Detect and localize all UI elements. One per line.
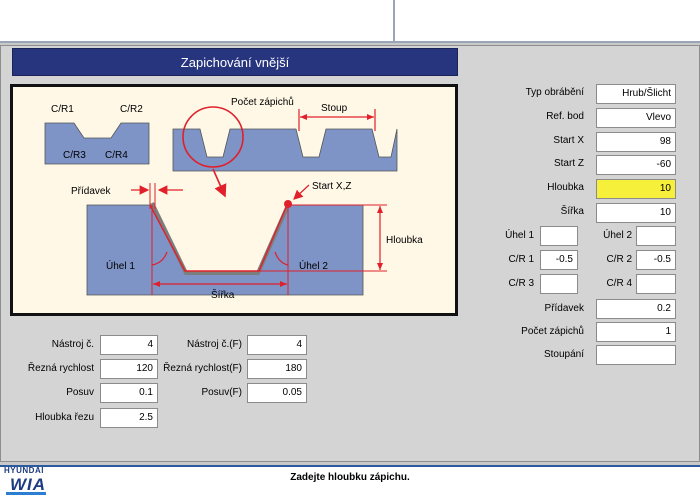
width-param-label: Šířka	[560, 206, 584, 217]
tool-number-field[interactable]: 4	[100, 335, 158, 355]
width-field[interactable]: 10	[596, 203, 676, 223]
pitch-field[interactable]	[596, 345, 676, 365]
feed-field[interactable]: 0.1	[100, 383, 158, 403]
uhel2-field[interactable]	[636, 226, 676, 246]
angle1-label: Úhel 1	[106, 259, 135, 272]
cut-depth-field[interactable]: 2.5	[100, 408, 158, 428]
groove-count-param-label: Počet zápichů	[521, 326, 584, 337]
cr2-label: C/R2	[120, 104, 143, 115]
cr2-field[interactable]: -0.5	[636, 250, 676, 270]
cr4-label: C/R4	[105, 150, 128, 161]
feed-f-label: Posuv(F)	[201, 387, 242, 398]
machining-type-field[interactable]: Hrub/Šlicht	[596, 84, 676, 104]
screen-title: Zapichování vnější	[12, 48, 458, 76]
uhel1-param-label: Úhel 1	[505, 230, 534, 241]
groove-count-arrow	[212, 168, 227, 198]
feed-f-field[interactable]: 0.05	[247, 383, 307, 403]
width-label: Šířka	[211, 288, 235, 301]
depth-label: Hloubka	[386, 235, 423, 246]
groove-diagram-svg: C/R1 C/R2 C/R3 C/R4 Počet zápichů Stoup …	[44, 96, 423, 301]
cr3-field[interactable]	[540, 274, 578, 294]
cr3-param-label: C/R 3	[508, 278, 534, 289]
depth-param-label: Hloubka	[547, 182, 584, 193]
pitch-label: Stoup	[321, 103, 348, 114]
groove-count-field[interactable]: 1	[596, 322, 676, 342]
brand-logo-underline	[6, 492, 46, 495]
cutting-speed-f-label: Řezná rychlost(F)	[163, 363, 242, 374]
start-xz-label: Start X,Z	[312, 181, 351, 192]
cr1-param-label: C/R 1	[508, 254, 534, 265]
groove-detail-part-shape	[86, 204, 364, 296]
start-point-arrow	[293, 184, 310, 200]
corner-radius-sample-shape	[44, 122, 150, 165]
feed-label: Posuv	[66, 387, 94, 398]
cr1-field[interactable]: -0.5	[540, 250, 578, 270]
ref-point-label: Ref. bod	[546, 111, 584, 122]
ref-point-field[interactable]: Vlevo	[596, 108, 676, 128]
tool-number-f-label: Nástroj č.(F)	[187, 339, 242, 350]
cr1-label: C/R1	[51, 104, 74, 115]
cutting-speed-f-field[interactable]: 180	[247, 359, 307, 379]
depth-field[interactable]: 10	[596, 179, 676, 199]
allowance-field[interactable]: 0.2	[596, 299, 676, 319]
groove-diagram: C/R1 C/R2 C/R3 C/R4 Počet zápichů Stoup …	[10, 84, 458, 316]
cut-depth-label: Hloubka řezu	[35, 412, 94, 423]
multi-groove-part-shape	[172, 128, 398, 172]
angle2-label: Úhel 2	[299, 259, 328, 272]
top-header	[0, 0, 700, 43]
status-message: Zadejte hloubku zápichu.	[290, 472, 410, 483]
start-x-field[interactable]: 98	[596, 132, 676, 152]
allowance-label: Přídavek	[71, 186, 111, 197]
cr4-param-label: C/R 4	[606, 278, 632, 289]
uhel2-param-label: Úhel 2	[603, 230, 632, 241]
start-z-field[interactable]: -60	[596, 155, 676, 175]
cr4-field[interactable]	[636, 274, 676, 294]
pitch-param-label: Stoupání	[543, 349, 584, 360]
header-panel-right	[395, 0, 700, 42]
cr2-param-label: C/R 2	[606, 254, 632, 265]
header-panel-left	[0, 0, 395, 42]
tool-number-f-field[interactable]: 4	[247, 335, 307, 355]
uhel1-field[interactable]	[540, 226, 578, 246]
start-x-label: Start X	[553, 135, 584, 146]
cutting-speed-label: Řezná rychlost	[27, 363, 94, 374]
groove-count-label: Počet zápichů	[231, 96, 294, 108]
machining-type-label: Typ obrábění	[525, 87, 584, 98]
cutting-speed-field[interactable]: 120	[100, 359, 158, 379]
start-z-label: Start Z	[553, 158, 584, 169]
cr3-label: C/R3	[63, 150, 86, 161]
allowance-param-label: Přídavek	[544, 303, 584, 314]
tool-number-label: Nástroj č.	[51, 339, 94, 350]
